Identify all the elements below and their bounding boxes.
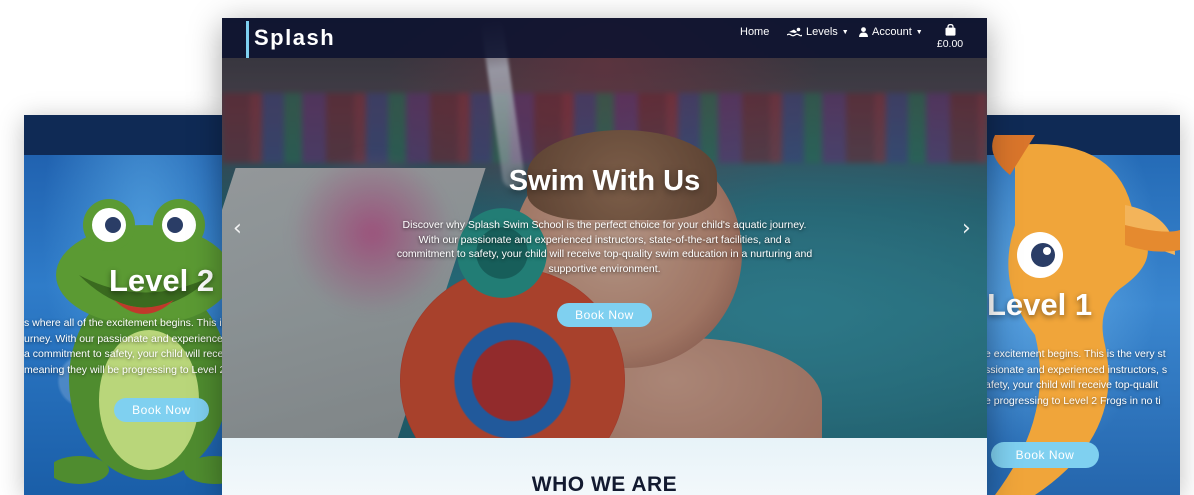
hero-carousel: Swim With Us Discover why Splash Swim Sc… bbox=[222, 18, 987, 438]
nav-home-label: Home bbox=[740, 26, 770, 38]
description-line: a commitment to safety, your child will … bbox=[24, 348, 224, 360]
card-navbar bbox=[24, 115, 224, 155]
description-line: e progressing to Level 2 Frogs in no ti bbox=[985, 394, 1161, 407]
shopping-bag-icon bbox=[945, 24, 955, 36]
brand-logo[interactable]: Splash bbox=[254, 25, 335, 51]
hero-book-now-button[interactable]: Book Now bbox=[557, 303, 652, 327]
description-line: ssionate and experienced instructors, s bbox=[985, 363, 1168, 376]
user-icon bbox=[859, 27, 868, 37]
level-1-book-now-button[interactable]: Book Now bbox=[991, 442, 1099, 468]
level-2-description: s where all of the excitement begins. Th… bbox=[24, 316, 224, 378]
level-2-card: Level 2 s where all of the excitement be… bbox=[24, 115, 224, 495]
nav-account-dropdown[interactable]: Account ▼ bbox=[859, 26, 923, 38]
hero-description: Discover why Splash Swim School is the p… bbox=[396, 219, 813, 275]
carousel-next-arrow-icon[interactable]: › bbox=[962, 216, 971, 241]
description-line: meaning they will be progressing to Leve… bbox=[24, 363, 224, 376]
description-line: e excitement begins. This is the very st bbox=[985, 348, 1166, 360]
level-1-description: e excitement begins. This is the very st… bbox=[985, 347, 1167, 409]
nav-account-label: Account bbox=[872, 26, 912, 38]
cart-button[interactable]: £0.00 bbox=[935, 24, 965, 50]
carousel-prev-arrow-icon[interactable]: ‹ bbox=[233, 216, 242, 241]
level-1-title: Level 1 bbox=[987, 287, 1093, 322]
nav-levels-label: Levels bbox=[806, 26, 838, 38]
description-line: urney. With our passionate and experienc… bbox=[24, 332, 224, 345]
level-1-card: Level 1 e excitement begins. This is the… bbox=[985, 115, 1180, 495]
hero-title: Swim With Us bbox=[508, 165, 701, 197]
nav-home[interactable]: Home bbox=[740, 26, 769, 38]
description-line: afety, your child will receive top-quali… bbox=[985, 379, 1159, 391]
description-line: s where all of the excitement begins. Th… bbox=[24, 317, 224, 329]
who-we-are-heading: WHO WE ARE bbox=[531, 473, 678, 495]
main-website-window: Swim With Us Discover why Splash Swim Sc… bbox=[222, 18, 987, 495]
brand-accent-bar bbox=[246, 21, 249, 58]
cart-total: £0.00 bbox=[936, 38, 964, 50]
level-2-book-now-button[interactable]: Book Now bbox=[114, 398, 209, 422]
chevron-down-icon: ▼ bbox=[915, 28, 923, 36]
top-navbar: Splash Home Levels ▼ Account ▼ £0.00 bbox=[222, 18, 987, 58]
nav-levels-dropdown[interactable]: Levels ▼ bbox=[787, 26, 849, 38]
swimmer-icon bbox=[787, 27, 802, 37]
chevron-down-icon: ▼ bbox=[841, 28, 849, 36]
level-2-title: Level 2 bbox=[109, 263, 215, 298]
